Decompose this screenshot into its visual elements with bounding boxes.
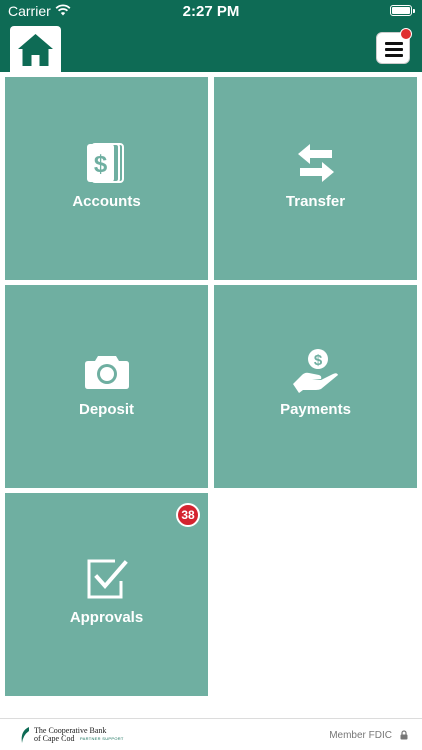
tile-deposit[interactable]: Deposit xyxy=(5,285,208,488)
tile-payments[interactable]: $ Payments xyxy=(214,285,417,488)
bank-tagline: PARTNER SUPPORT xyxy=(80,736,124,741)
tile-label: Transfer xyxy=(285,193,346,210)
tile-transfer[interactable]: Transfer xyxy=(214,77,417,280)
menu-button[interactable] xyxy=(376,28,412,64)
footer: The Cooperative Bank of Cape Cod PARTNER… xyxy=(0,718,422,750)
member-fdic-label: Member FDIC xyxy=(329,730,392,741)
status-bar: Carrier 2:27 PM xyxy=(0,0,422,22)
top-nav-bar xyxy=(0,22,422,74)
hamburger-menu-icon xyxy=(385,42,403,57)
bank-logo-icon xyxy=(21,727,29,743)
tile-label: Accounts xyxy=(72,193,141,210)
home-icon xyxy=(18,34,53,66)
notification-dot xyxy=(400,28,412,40)
svg-text:$: $ xyxy=(93,151,107,178)
dollar-bills-icon: $ xyxy=(5,139,208,187)
lock-icon xyxy=(400,730,408,740)
transfer-arrows-icon xyxy=(214,139,417,187)
tile-label: Payments xyxy=(280,401,351,418)
hand-coin-icon: $ xyxy=(214,347,417,395)
clock: 2:27 PM xyxy=(182,3,240,20)
approvals-count-badge: 38 xyxy=(176,503,200,527)
battery-icon xyxy=(390,5,415,16)
checkbox-icon xyxy=(5,555,208,603)
svg-text:$: $ xyxy=(313,352,322,369)
tile-accounts[interactable]: $ Accounts xyxy=(5,77,208,280)
tile-approvals[interactable]: 38 Approvals xyxy=(5,493,208,696)
home-button[interactable] xyxy=(10,26,61,74)
tile-label: Deposit xyxy=(78,401,134,418)
camera-icon xyxy=(5,347,208,395)
tile-label: Approvals xyxy=(69,609,144,626)
